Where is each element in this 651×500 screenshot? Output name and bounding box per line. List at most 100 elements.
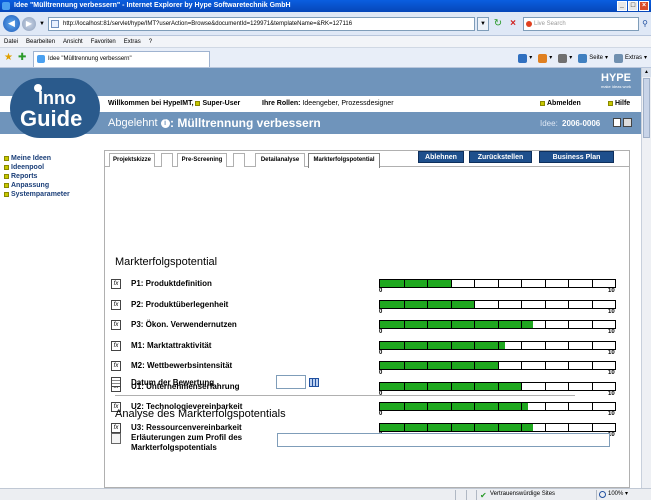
browser-tab[interactable]: Idee "Mülltrennung verbessern" xyxy=(33,51,210,67)
search-input[interactable]: Live Search xyxy=(523,17,639,31)
score-bar-tick xyxy=(591,321,593,328)
home-button[interactable]: ▾ xyxy=(518,52,532,64)
reset-button[interactable]: Zurückstellen xyxy=(469,151,532,163)
score-bar-tick xyxy=(450,403,452,410)
scroll-thumb[interactable] xyxy=(643,78,650,138)
page-menu-button[interactable]: Seite ▾ xyxy=(578,52,608,64)
window-title-bar: Idee "Mülltrennung verbessern" - Interne… xyxy=(0,0,651,12)
formula-icon[interactable]: fx xyxy=(111,340,121,351)
vertical-scrollbar[interactable]: ▲ xyxy=(641,68,651,488)
feeds-button[interactable]: ▾ xyxy=(538,52,552,64)
scale-min-label: 0 xyxy=(379,349,383,356)
user-bullet-icon xyxy=(195,100,201,106)
score-bar-tick xyxy=(568,403,569,410)
score-bar xyxy=(379,299,616,309)
close-window-button[interactable]: × xyxy=(639,1,649,11)
pdf-export-icon[interactable] xyxy=(613,118,621,127)
stop-icon[interactable]: × xyxy=(506,17,520,31)
reject-button[interactable]: Ablehnen xyxy=(418,151,464,163)
score-bar-fill xyxy=(380,341,505,349)
business-plan-button[interactable]: Business Plan xyxy=(539,151,614,163)
score-bar-tick xyxy=(521,300,522,308)
score-bar-tick xyxy=(568,300,569,308)
formula-icon[interactable]: fx xyxy=(111,361,121,371)
refresh-icon[interactable]: ↻ xyxy=(491,17,505,31)
search-go-icon[interactable]: ⚲ xyxy=(639,17,651,31)
score-bar-tick xyxy=(474,341,475,349)
sidebar-item-my-ideas[interactable]: Meine Ideen xyxy=(4,154,51,163)
tab-market-success-potential[interactable]: Markterfolgspotential xyxy=(308,153,380,168)
menu-item-edit[interactable]: Bearbeiten xyxy=(26,36,55,47)
home-icon xyxy=(518,53,528,63)
sidebar-item-customization[interactable]: Anpassung xyxy=(4,181,49,190)
logout-link[interactable]: Abmelden xyxy=(540,96,581,112)
menu-item-favorites[interactable]: Favoriten xyxy=(91,36,116,47)
score-bar xyxy=(379,279,616,288)
score-bar-tick xyxy=(403,362,405,369)
forward-button[interactable]: ▶ xyxy=(22,17,36,31)
score-bar-tick xyxy=(544,321,546,328)
tabs-row: Projektskizze Pre-Screening Detailanalys… xyxy=(105,151,629,168)
maximize-button[interactable]: □ xyxy=(628,1,638,11)
comment-input[interactable] xyxy=(277,433,610,447)
innoguide-logo: Inno Guide xyxy=(10,78,100,138)
print-button[interactable]: ▾ xyxy=(558,52,572,64)
sidebar-item-idea-pool[interactable]: Ideenpool xyxy=(4,163,44,172)
tools-icon xyxy=(613,53,623,63)
print-page-icon[interactable] xyxy=(623,118,632,127)
tab-project-sketch[interactable]: Projektskizze xyxy=(109,153,155,167)
score-bar-tick xyxy=(568,423,569,431)
sidebar-item-system-parameters[interactable]: Systemparameter xyxy=(4,190,70,199)
logout-bullet-icon xyxy=(540,100,545,106)
score-bar-tick xyxy=(544,300,546,308)
criterion-label: P2: Produktüberlegenheit xyxy=(131,299,229,309)
score-bar-tick xyxy=(568,280,569,287)
url-input[interactable]: http://localhost:81/servlet/hype/IMT?use… xyxy=(48,17,475,31)
url-dropdown-button[interactable]: ▼ xyxy=(477,17,489,31)
score-bar-fill xyxy=(380,280,451,287)
formula-icon[interactable]: fx xyxy=(111,279,121,289)
page-icon xyxy=(51,20,59,28)
score-bar-tick xyxy=(450,300,452,308)
info-icon[interactable]: i xyxy=(160,118,170,128)
tab-detail-analysis[interactable]: Detailanalyse xyxy=(255,153,305,167)
score-bar-tick xyxy=(497,300,499,308)
date-input[interactable] xyxy=(276,375,306,389)
scale-max-label: 10 xyxy=(608,329,615,335)
score-bar-tick xyxy=(591,341,593,349)
hype-logo: HYPE make ideas work xyxy=(600,72,631,89)
comment-label: Erläuterungen zum Profil des Markterfolg… xyxy=(131,433,243,452)
help-link[interactable]: Hilfe xyxy=(608,96,630,112)
minimize-button[interactable]: _ xyxy=(617,1,627,11)
favorites-star-icon[interactable]: ★ xyxy=(4,52,13,64)
score-bar-tick xyxy=(403,423,405,431)
criterion-row: fx P1: Produktdefinition 0 10 xyxy=(111,279,626,299)
idea-status: Abgelehnt i xyxy=(108,115,170,131)
date-label: Datum der Bewertung xyxy=(131,378,215,387)
menu-item-view[interactable]: Ansicht xyxy=(63,36,83,47)
formula-icon[interactable]: fx xyxy=(111,299,121,310)
address-bar: ◀ ▶ ▼ http://localhost:81/servlet/hype/I… xyxy=(0,12,651,36)
tab-pre-screening[interactable]: Pre-Screening xyxy=(177,153,227,167)
formula-icon[interactable]: fx xyxy=(111,320,121,330)
history-dropdown-icon[interactable]: ▼ xyxy=(39,21,45,27)
score-bar-tick xyxy=(450,280,452,287)
tools-menu-button[interactable]: Extras ▾ xyxy=(613,52,647,64)
zoom-level[interactable]: 100% ▾ xyxy=(598,489,628,500)
feeds-icon xyxy=(538,53,548,63)
score-bar-tick xyxy=(591,280,593,287)
sidebar-item-reports[interactable]: Reports xyxy=(4,172,37,181)
menu-item-tools[interactable]: Extras xyxy=(124,36,141,47)
score-bar xyxy=(379,402,616,411)
back-button[interactable]: ◀ xyxy=(3,15,20,32)
user-name[interactable]: Super-User xyxy=(202,100,240,107)
criterion-label: M2: Wettbewerbsintensität xyxy=(131,361,233,370)
scroll-up-icon[interactable]: ▲ xyxy=(642,68,651,77)
calendar-picker-icon[interactable] xyxy=(309,378,319,387)
menu-item-file[interactable]: Datei xyxy=(4,36,18,47)
score-bar-tick xyxy=(544,362,546,369)
page-content: HYPE make ideas work Willkommen bei HypeI… xyxy=(0,68,641,488)
add-favorite-icon[interactable]: ✚ xyxy=(18,52,26,64)
menu-item-help[interactable]: ? xyxy=(149,36,152,47)
security-zone[interactable]: ✔ Vertrauenswürdige Sites xyxy=(478,489,555,500)
